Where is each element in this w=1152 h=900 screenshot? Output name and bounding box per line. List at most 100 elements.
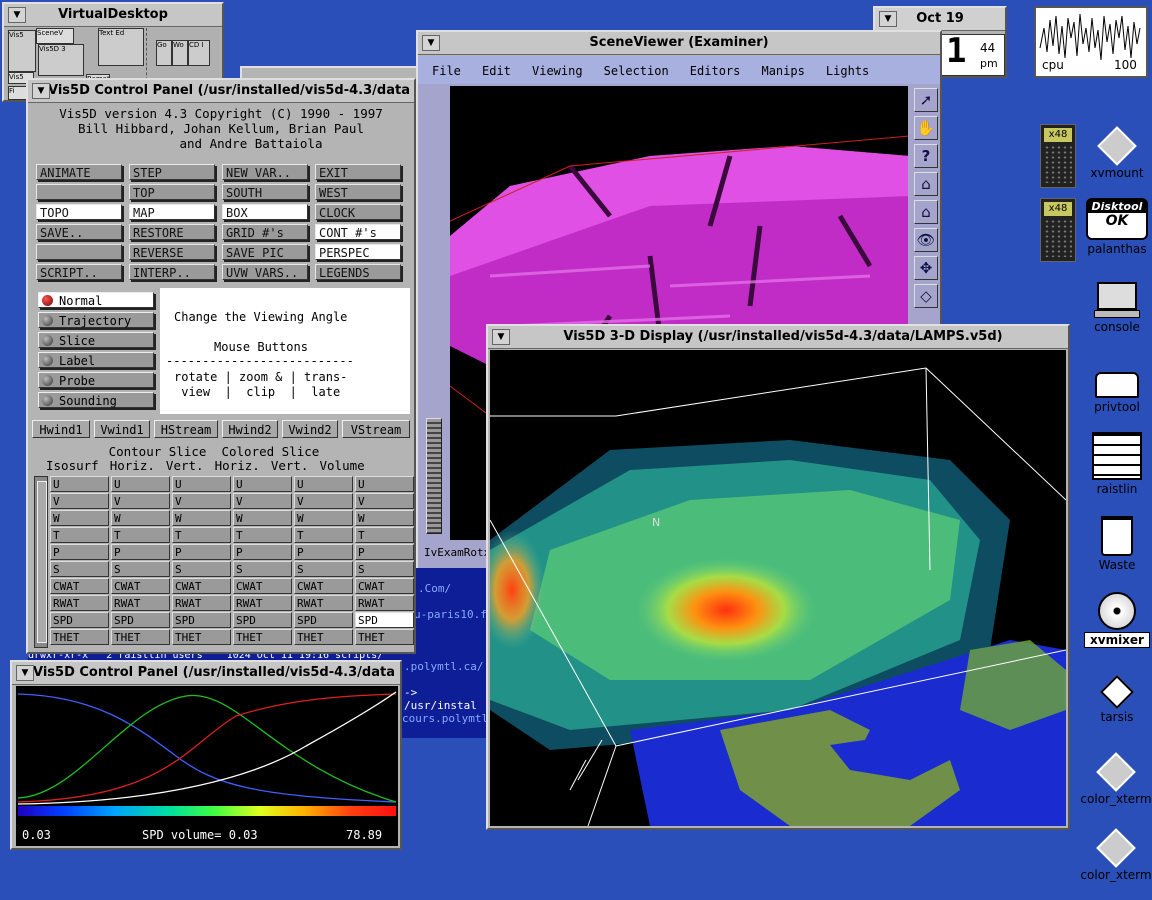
projection-icon[interactable]: ◇ bbox=[914, 284, 938, 308]
variable-cell[interactable]: THET bbox=[111, 629, 170, 645]
variable-cell[interactable]: THET bbox=[172, 629, 231, 645]
window-menu-button[interactable]: ▼ bbox=[492, 329, 510, 345]
waste-icon[interactable]: Waste bbox=[1086, 516, 1148, 572]
control-button[interactable] bbox=[36, 244, 122, 260]
variable-cell[interactable]: W bbox=[355, 510, 414, 526]
vis5d-control-panel-2[interactable]: ▼ Vis5D Control Panel (/usr/installed/vi… bbox=[10, 660, 402, 850]
control-button[interactable]: SCRIPT.. bbox=[36, 264, 122, 280]
home-icon[interactable]: ⌂ bbox=[914, 172, 938, 196]
variable-cell[interactable]: V bbox=[50, 493, 109, 509]
variable-cell[interactable]: CWAT bbox=[111, 578, 170, 594]
variable-cell[interactable]: T bbox=[50, 527, 109, 543]
control-button[interactable] bbox=[36, 184, 122, 200]
control-button[interactable]: RESTORE bbox=[129, 224, 215, 240]
variable-cell[interactable]: THET bbox=[233, 629, 292, 645]
mini-window[interactable]: Wo bbox=[172, 40, 188, 66]
control-button[interactable]: TOP bbox=[129, 184, 215, 200]
vwind2-button[interactable]: Vwind2 bbox=[282, 420, 338, 438]
mini-window[interactable]: Vis5D 3 bbox=[38, 44, 84, 76]
hstream-button[interactable]: HStream bbox=[154, 420, 218, 438]
mini-window[interactable]: Text Ed bbox=[98, 28, 144, 66]
raistlin-icon[interactable]: raistlin bbox=[1086, 432, 1148, 496]
variable-cell[interactable]: THET bbox=[355, 629, 414, 645]
control-button[interactable]: PERSPEC bbox=[315, 244, 401, 260]
variable-cell[interactable]: SPD bbox=[233, 612, 292, 628]
variable-cell[interactable]: T bbox=[355, 527, 414, 543]
variable-cell[interactable]: P bbox=[111, 544, 170, 560]
variable-cell[interactable]: V bbox=[294, 493, 353, 509]
pick-arrow-icon[interactable]: ➚ bbox=[914, 88, 938, 112]
control-button[interactable]: WEST bbox=[315, 184, 401, 200]
mode-trajectory[interactable]: Trajectory bbox=[38, 312, 154, 328]
set-home-icon[interactable]: ⌂ bbox=[914, 200, 938, 224]
variable-cell[interactable]: RWAT bbox=[294, 595, 353, 611]
variable-cell[interactable]: CWAT bbox=[233, 578, 292, 594]
x48-calculator[interactable]: x48 bbox=[1040, 198, 1076, 262]
variable-cell[interactable]: T bbox=[294, 527, 353, 543]
variable-cell[interactable]: W bbox=[172, 510, 231, 526]
menu-file[interactable]: File bbox=[432, 64, 461, 78]
menu-lights[interactable]: Lights bbox=[826, 64, 869, 78]
mode-sounding[interactable]: Sounding bbox=[38, 392, 154, 408]
menu-manips[interactable]: Manips bbox=[761, 64, 804, 78]
mode-label[interactable]: Label bbox=[38, 352, 154, 368]
control-button[interactable]: ANIMATE bbox=[36, 164, 122, 180]
variable-cell[interactable]: V bbox=[355, 493, 414, 509]
variable-cell[interactable]: RWAT bbox=[172, 595, 231, 611]
virtual-desktop-titlebar[interactable]: ▼ VirtualDesktop bbox=[4, 4, 222, 27]
variable-cell[interactable]: CWAT bbox=[355, 578, 414, 594]
window-menu-button[interactable]: ▼ bbox=[16, 665, 34, 681]
mode-normal[interactable]: Normal bbox=[38, 292, 154, 308]
vis5d-3d-display[interactable]: ▼ Vis5D 3-D Display (/usr/installed/vis5… bbox=[486, 324, 1070, 830]
hwind2-button[interactable]: Hwind2 bbox=[222, 420, 278, 438]
control-button[interactable]: SOUTH bbox=[222, 184, 308, 200]
control-button[interactable]: LEGENDS bbox=[315, 264, 401, 280]
control-panel-2-titlebar[interactable]: ▼ Vis5D Control Panel (/usr/installed/vi… bbox=[12, 662, 400, 685]
variable-cell[interactable]: U bbox=[50, 476, 109, 492]
variable-cell[interactable]: T bbox=[172, 527, 231, 543]
control-button[interactable]: BOX bbox=[222, 204, 308, 220]
display-titlebar[interactable]: ▼ Vis5D 3-D Display (/usr/installed/vis5… bbox=[488, 326, 1068, 349]
control-button[interactable]: SAVE PIC bbox=[222, 244, 308, 260]
control-button[interactable]: NEW VAR.. bbox=[222, 164, 308, 180]
variable-cell[interactable]: T bbox=[233, 527, 292, 543]
window-menu-button[interactable]: ▼ bbox=[422, 35, 440, 51]
vwind1-button[interactable]: Vwind1 bbox=[94, 420, 150, 438]
scrollbar-thumb[interactable] bbox=[37, 481, 47, 643]
control-button[interactable]: CONT #'s bbox=[315, 224, 401, 240]
variable-cell[interactable]: W bbox=[111, 510, 170, 526]
control-button[interactable]: MAP bbox=[129, 204, 215, 220]
variable-cell[interactable]: U bbox=[355, 476, 414, 492]
control-button[interactable]: EXIT bbox=[315, 164, 401, 180]
variable-cell[interactable]: P bbox=[294, 544, 353, 560]
variable-cell[interactable]: T bbox=[111, 527, 170, 543]
vis5d-control-panel[interactable]: ▼ Vis5D Control Panel (/usr/installed/vi… bbox=[26, 78, 416, 654]
variable-cell[interactable]: SPD bbox=[355, 612, 414, 628]
variable-scrollbar[interactable] bbox=[34, 476, 48, 648]
privtool-icon[interactable]: privtool bbox=[1086, 372, 1148, 414]
variable-cell[interactable]: S bbox=[233, 561, 292, 577]
transfer-function-editor[interactable]: 0.03 SPD volume= 0.03 78.89 bbox=[16, 686, 398, 846]
control-button[interactable]: UVW VARS.. bbox=[222, 264, 308, 280]
menu-selection[interactable]: Selection bbox=[604, 64, 669, 78]
mini-window[interactable]: CD I bbox=[188, 40, 210, 66]
clock-titlebar[interactable]: ▼ Oct 19 bbox=[875, 8, 1005, 31]
variable-cell[interactable]: S bbox=[172, 561, 231, 577]
variable-cell[interactable]: RWAT bbox=[233, 595, 292, 611]
control-button[interactable]: GRID #'s bbox=[222, 224, 308, 240]
menu-viewing[interactable]: Viewing bbox=[532, 64, 583, 78]
variable-cell[interactable]: CWAT bbox=[50, 578, 109, 594]
color-xterm-icon[interactable]: color_xterm bbox=[1080, 750, 1152, 806]
variable-cell[interactable]: P bbox=[50, 544, 109, 560]
variable-cell[interactable]: P bbox=[172, 544, 231, 560]
variable-cell[interactable]: V bbox=[111, 493, 170, 509]
variable-cell[interactable]: S bbox=[355, 561, 414, 577]
variable-cell[interactable]: CWAT bbox=[172, 578, 231, 594]
help-icon[interactable]: ? bbox=[914, 144, 938, 168]
variable-cell[interactable]: U bbox=[233, 476, 292, 492]
variable-cell[interactable]: P bbox=[355, 544, 414, 560]
variable-cell[interactable]: S bbox=[50, 561, 109, 577]
variable-cell[interactable]: W bbox=[294, 510, 353, 526]
control-panel-titlebar[interactable]: ▼ Vis5D Control Panel (/usr/installed/vi… bbox=[28, 80, 414, 103]
thumbwheel[interactable] bbox=[426, 418, 442, 534]
